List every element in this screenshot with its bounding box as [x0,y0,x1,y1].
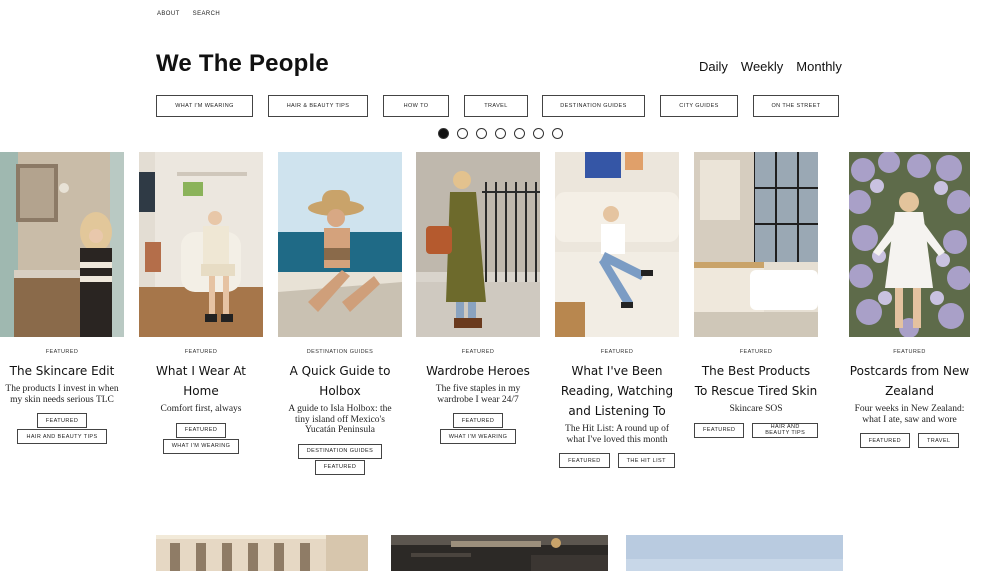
article-image-reading-watching[interactable] [555,152,679,337]
tag-featured[interactable]: FEATURED [559,453,610,468]
article-image-skincare[interactable] [0,152,124,337]
tag-featured[interactable]: FEATURED [694,422,745,438]
search-link[interactable]: SEARCH [193,11,220,17]
tag-what-im-wearing[interactable]: WHAT I'M WEARING [162,438,240,454]
carousel-dot[interactable] [533,128,544,139]
carousel-dot[interactable] [438,128,449,139]
tag-destination-guides[interactable]: DESTINATION GUIDES [297,443,383,459]
carousel-dot[interactable] [476,128,487,139]
card-excerpt: A guide to Isla Holbox: the tiny island … [288,404,392,435]
tag-what-im-wearing[interactable]: WHAT I'M WEARING [439,429,517,444]
card-excerpt: The products I invest in when my skin ne… [5,384,119,405]
tag-featured[interactable]: FEATURED [36,413,88,428]
tab-daily[interactable]: Daily [699,59,728,74]
article-card[interactable]: DESTINATION GUIDES A Quick Guide to Holb… [278,152,402,476]
carousel-dot[interactable] [495,128,506,139]
tag-hair-and-beauty-tips[interactable]: HAIR AND BEAUTY TIPS [17,429,107,444]
tab-weekly[interactable]: Weekly [741,59,783,74]
about-link[interactable]: ABOUT [157,11,180,17]
card-tags: DESTINATION GUIDES FEATURED [278,443,402,476]
article-image-what-i-wear-at-home[interactable] [139,152,263,337]
carousel-dot[interactable] [514,128,525,139]
category-button-how-to[interactable]: HOW TO [383,95,449,117]
article-image-new-zealand[interactable] [849,152,970,337]
article-card[interactable]: FEATURED What I've Been Reading, Watchin… [555,152,679,469]
category-button-what-im-wearing[interactable]: WHAT I'M WEARING [156,95,253,117]
card-tags: FEATURED WHAT I'M WEARING [416,413,540,445]
card-kicker: FEATURED [461,349,495,355]
article-card[interactable]: FEATURED The Best Products To Rescue Tir… [694,152,818,439]
top-nav: ABOUT SEARCH [157,11,220,17]
tag-featured[interactable]: FEATURED [175,422,227,438]
card-title[interactable]: Wardrobe Heroes [416,361,540,381]
card-excerpt: Comfort first, always [160,404,242,414]
category-button-on-the-street[interactable]: ON THE STREET [753,95,839,117]
article-card[interactable]: FEATURED Wardrobe Heroes The five staple… [416,152,540,445]
card-kicker: FEATURED [184,349,218,355]
category-button-city-guides[interactable]: CITY GUIDES [660,95,738,117]
article-card[interactable]: FEATURED What I Wear At Home Comfort fir… [139,152,263,455]
post-image[interactable] [391,535,608,571]
card-excerpt: Four weeks in New Zealand: what I ate, s… [854,404,965,425]
card-title[interactable]: What I've Been Reading, Watching and Lis… [555,361,679,421]
card-excerpt: Skincare SOS [729,404,783,414]
card-kicker: FEATURED [45,349,79,355]
category-button-travel[interactable]: TRAVEL [464,95,528,117]
carousel-dots [438,128,563,139]
card-kicker: DESTINATION GUIDES [306,349,374,355]
tag-hair-and-beauty-tips[interactable]: HAIR AND BEAUTY TIPS [752,422,818,438]
category-nav: WHAT I'M WEARING HAIR & BEAUTY TIPS HOW … [0,95,1000,118]
card-tags: FEATURED HAIR AND BEAUTY TIPS [0,413,124,445]
card-kicker: FEATURED [600,349,634,355]
article-image-rescue-tired-skin[interactable] [694,152,818,337]
category-button-destination-guides[interactable]: DESTINATION GUIDES [542,95,645,117]
card-title[interactable]: The Best Products To Rescue Tired Skin [694,361,818,401]
article-image-wardrobe-heroes[interactable] [416,152,540,337]
article-card[interactable]: FEATURED The Skincare Edit The products … [0,152,124,445]
period-tabs: Daily Weekly Monthly [699,59,842,74]
card-tags: FEATURED THE HIT LIST [555,453,679,469]
tag-featured[interactable]: FEATURED [452,413,504,428]
tab-monthly[interactable]: Monthly [796,59,842,74]
post-image[interactable] [626,535,843,571]
tag-travel[interactable]: TRAVEL [918,433,960,448]
card-excerpt: The five staples in my wardrobe I wear 2… [435,384,521,405]
card-kicker: FEATURED [893,349,926,355]
tag-featured[interactable]: FEATURED [314,459,366,475]
card-tags: FEATURED WHAT I'M WEARING [139,422,263,455]
card-tags: FEATURED TRAVEL [849,433,970,449]
carousel-dot[interactable] [552,128,563,139]
card-excerpt: The Hit List: A round up of what I've lo… [565,424,669,445]
post-image[interactable] [156,535,368,571]
card-title[interactable]: The Skincare Edit [0,361,124,381]
article-card[interactable]: FEATURED Postcards from New Zealand Four… [849,152,970,449]
card-title[interactable]: Postcards from New Zealand [849,361,970,401]
site-title[interactable]: We The People [156,50,329,78]
card-title[interactable]: What I Wear At Home [139,361,263,401]
tag-the-hit-list[interactable]: THE HIT LIST [617,453,675,468]
card-kicker: FEATURED [739,349,773,355]
category-button-hair-beauty-tips[interactable]: HAIR & BEAUTY TIPS [268,95,368,117]
article-image-holbox[interactable] [278,152,402,337]
carousel-dot[interactable] [457,128,468,139]
tag-featured[interactable]: FEATURED [859,433,911,448]
card-title[interactable]: A Quick Guide to Holbox [278,361,402,401]
card-tags: FEATURED HAIR AND BEAUTY TIPS [694,422,818,439]
